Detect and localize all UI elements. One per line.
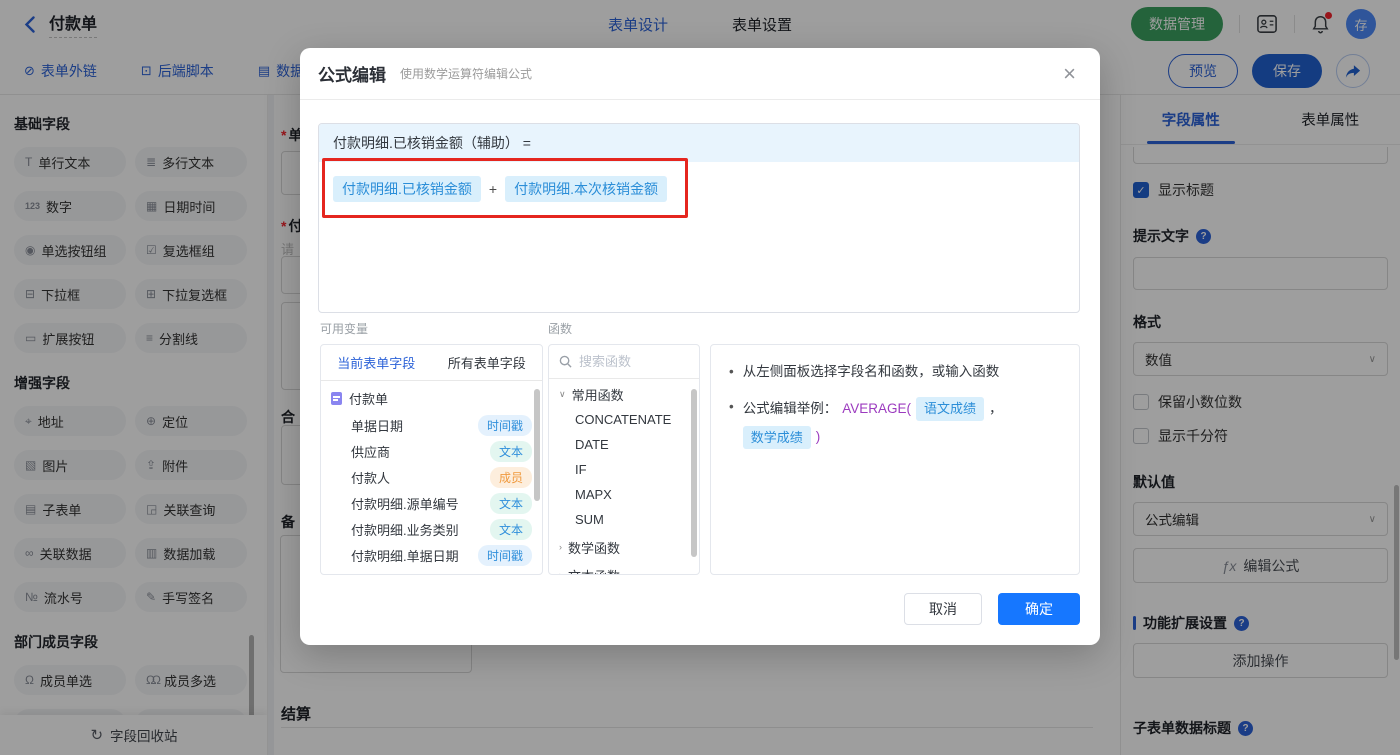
variable-row[interactable]: 付款人 成员: [321, 464, 542, 490]
tab-all-form-fields[interactable]: 所有表单字段: [448, 353, 526, 372]
help-tip-example: • 公式编辑举例： AVERAGE( 语文成绩 ， 数学成绩 ): [729, 397, 1061, 450]
variables-label: 可用变量: [320, 322, 369, 336]
variables-panel: 当前表单字段 所有表单字段 付款单 单据日期 时间戳 供应商 文本 付款人 成员…: [320, 344, 543, 575]
plus-operator: +: [488, 181, 498, 197]
function-search-input[interactable]: [579, 354, 679, 369]
formula-editor: 付款明细.已核销金额（辅助） = 付款明细.已核销金额 + 付款明细.本次核销金…: [318, 123, 1080, 313]
variable-name: 付款人: [351, 470, 391, 486]
type-badge: 时间戳: [477, 544, 532, 566]
type-badge: 时间戳: [477, 414, 532, 436]
formula-target-bar: 付款明细.已核销金额（辅助） =: [319, 124, 1079, 162]
function-group-text[interactable]: › 文本函数: [549, 562, 699, 575]
variable-tree-root[interactable]: 付款单: [321, 385, 542, 412]
variables-tabs: 当前表单字段 所有表单字段: [321, 345, 542, 381]
function-search[interactable]: [549, 345, 699, 379]
modal-header: 公式编辑 使用数学运算符编辑公式 ×: [300, 48, 1100, 100]
type-badge: 成员: [489, 466, 532, 488]
type-badge: 文本: [489, 440, 532, 462]
variable-name: 供应商: [351, 444, 391, 460]
group-label: 文本函数: [568, 566, 620, 575]
modal-subtitle: 使用数学运算符编辑公式: [400, 67, 533, 81]
chevron-down-icon: ∨: [559, 388, 566, 399]
variable-row[interactable]: 供应商 文本: [321, 438, 542, 464]
variable-name: 付款明细.单据日期: [351, 548, 459, 564]
function-group-math[interactable]: › 数学函数: [549, 534, 699, 560]
function-item[interactable]: DATE: [549, 432, 699, 457]
modal-title: 公式编辑: [318, 66, 386, 85]
functions-scrollbar[interactable]: [691, 389, 697, 557]
bullet-icon: •: [729, 364, 734, 379]
help-panel: • 从左侧面板选择字段名和函数，或输入函数 • 公式编辑举例： AVERAGE(…: [710, 344, 1080, 575]
document-icon: [331, 392, 342, 405]
example-function-close: ): [815, 429, 821, 445]
search-icon: [559, 355, 572, 368]
root-label: 付款单: [349, 392, 389, 407]
formula-chip[interactable]: 付款明细.已核销金额: [333, 176, 481, 202]
variable-row[interactable]: 付款明细.源单编号 文本: [321, 490, 542, 516]
variables-scrollbar[interactable]: [534, 389, 540, 501]
chevron-right-icon: ›: [559, 542, 562, 552]
function-item[interactable]: CONCATENATE: [549, 407, 699, 432]
variable-name: 付款明细.源单编号: [351, 496, 459, 512]
function-item[interactable]: SUM: [549, 507, 699, 532]
group-label: 常用函数: [571, 387, 624, 403]
function-group-common[interactable]: ∨ 常用函数: [549, 381, 699, 407]
example-function-open: AVERAGE(: [842, 400, 911, 416]
modal-footer: 取消 确定: [904, 593, 1080, 625]
example-chip: 数学成绩: [742, 425, 811, 450]
formula-expression[interactable]: 付款明细.已核销金额 + 付款明细.本次核销金额: [319, 162, 1079, 216]
group-label: 数学函数: [568, 540, 621, 556]
formula-edit-modal: 公式编辑 使用数学运算符编辑公式 × 付款明细.已核销金额（辅助） = 付款明细…: [300, 48, 1100, 645]
example-chip: 语文成绩: [916, 397, 985, 421]
function-item[interactable]: IF: [549, 457, 699, 482]
cancel-button[interactable]: 取消: [904, 593, 982, 625]
tab-current-form-fields[interactable]: 当前表单字段: [337, 353, 415, 372]
variable-row[interactable]: 单据日期 时间戳: [321, 412, 542, 438]
variable-name: 付款明细.业务类别: [351, 522, 459, 538]
example-prefix: 公式编辑举例：: [742, 400, 838, 416]
functions-label: 函数: [548, 322, 573, 336]
ok-button[interactable]: 确定: [998, 593, 1080, 625]
help-tip: • 从左侧面板选择字段名和函数，或输入函数: [729, 362, 1061, 382]
chevron-right-icon: ›: [559, 570, 562, 575]
bullet-icon: •: [729, 399, 734, 415]
close-icon[interactable]: ×: [1063, 62, 1076, 85]
example-line: 公式编辑举例： AVERAGE( 语文成绩 ， 数学成绩 ): [742, 397, 1061, 450]
type-badge: 文本: [489, 518, 532, 540]
function-item[interactable]: MAPX: [549, 482, 699, 507]
formula-chip[interactable]: 付款明细.本次核销金额: [505, 176, 667, 202]
variable-row[interactable]: 付款明细.单据日期 时间戳: [321, 542, 542, 568]
variable-row[interactable]: 付款明细.业务类别 文本: [321, 516, 542, 542]
type-badge: 文本: [489, 492, 532, 514]
functions-panel: ∨ 常用函数 CONCATENATE DATE IF MAPX SUM › 数学…: [548, 344, 700, 575]
variable-name: 单据日期: [351, 418, 404, 434]
tip-text: 从左侧面板选择字段名和函数，或输入函数: [742, 364, 1000, 379]
example-comma: ，: [989, 400, 1003, 416]
